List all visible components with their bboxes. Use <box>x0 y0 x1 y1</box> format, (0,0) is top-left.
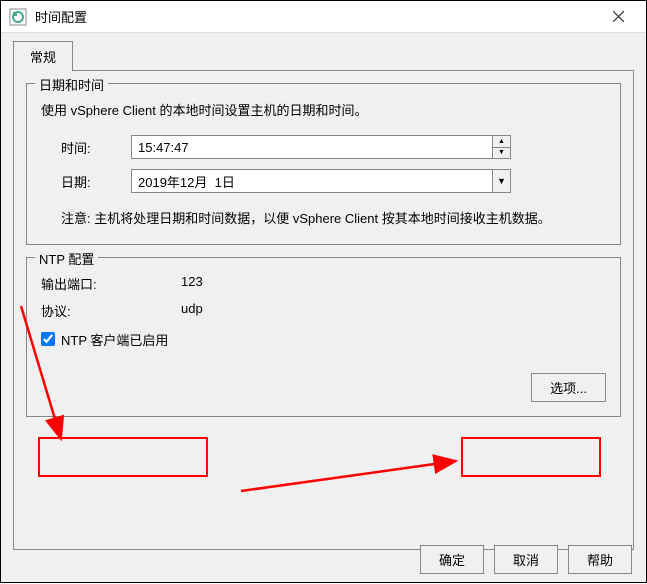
time-input[interactable] <box>132 136 492 158</box>
ntp-enabled-checkbox[interactable] <box>41 332 55 346</box>
options-button[interactable]: 选项... <box>531 373 606 402</box>
content-area: 常规 日期和时间 使用 vSphere Client 的本地时间设置主机的日期和… <box>1 33 646 550</box>
help-button[interactable]: 帮助 <box>568 545 632 574</box>
time-input-container: ▲ ▼ <box>131 135 511 159</box>
tab-container: 常规 日期和时间 使用 vSphere Client 的本地时间设置主机的日期和… <box>13 41 634 550</box>
protocol-label: 协议: <box>41 301 181 320</box>
close-button[interactable] <box>598 2 638 32</box>
dialog-buttons: 确定 取消 帮助 <box>420 545 632 574</box>
titlebar: 时间配置 <box>1 1 646 33</box>
time-spinner: ▲ ▼ <box>492 136 510 158</box>
datetime-description: 使用 vSphere Client 的本地时间设置主机的日期和时间。 <box>41 100 606 119</box>
time-label: 时间: <box>41 138 131 157</box>
datetime-legend: 日期和时间 <box>35 75 108 94</box>
ok-button[interactable]: 确定 <box>420 545 484 574</box>
datetime-note: 注意: 主机将处理日期和时间数据，以便 vSphere Client 按其本地时… <box>41 209 606 230</box>
ntp-enabled-label: NTP 客户端已启用 <box>61 330 168 349</box>
datetime-fieldset: 日期和时间 使用 vSphere Client 的本地时间设置主机的日期和时间。… <box>26 83 621 245</box>
time-spinner-up[interactable]: ▲ <box>493 136 510 148</box>
window-title: 时间配置 <box>35 7 598 26</box>
outgoing-port-row: 输出端口: 123 <box>41 274 606 293</box>
protocol-value: udp <box>181 301 203 320</box>
ntp-enabled-row: NTP 客户端已启用 <box>41 330 606 349</box>
cancel-button[interactable]: 取消 <box>494 545 558 574</box>
ntp-legend: NTP 配置 <box>35 249 98 268</box>
time-row: 时间: ▲ ▼ <box>41 135 606 159</box>
ntp-fieldset: NTP 配置 输出端口: 123 协议: udp NTP 客户端已启用 <box>26 257 621 417</box>
options-button-container: 选项... <box>531 373 606 402</box>
date-label: 日期: <box>41 172 131 191</box>
time-config-dialog: 时间配置 常规 日期和时间 使用 vSphere Client 的本地时间设置主… <box>0 0 647 583</box>
outgoing-port-value: 123 <box>181 274 203 293</box>
outgoing-port-label: 输出端口: <box>41 274 181 293</box>
app-icon <box>9 8 27 26</box>
protocol-row: 协议: udp <box>41 301 606 320</box>
date-input[interactable] <box>132 170 492 192</box>
tab-general[interactable]: 常规 <box>13 41 73 71</box>
date-dropdown-button[interactable]: ▼ <box>492 170 510 192</box>
tab-panel-general: 日期和时间 使用 vSphere Client 的本地时间设置主机的日期和时间。… <box>13 70 634 550</box>
time-spinner-down[interactable]: ▼ <box>493 148 510 159</box>
date-input-container: ▼ <box>131 169 511 193</box>
date-row: 日期: ▼ <box>41 169 606 193</box>
